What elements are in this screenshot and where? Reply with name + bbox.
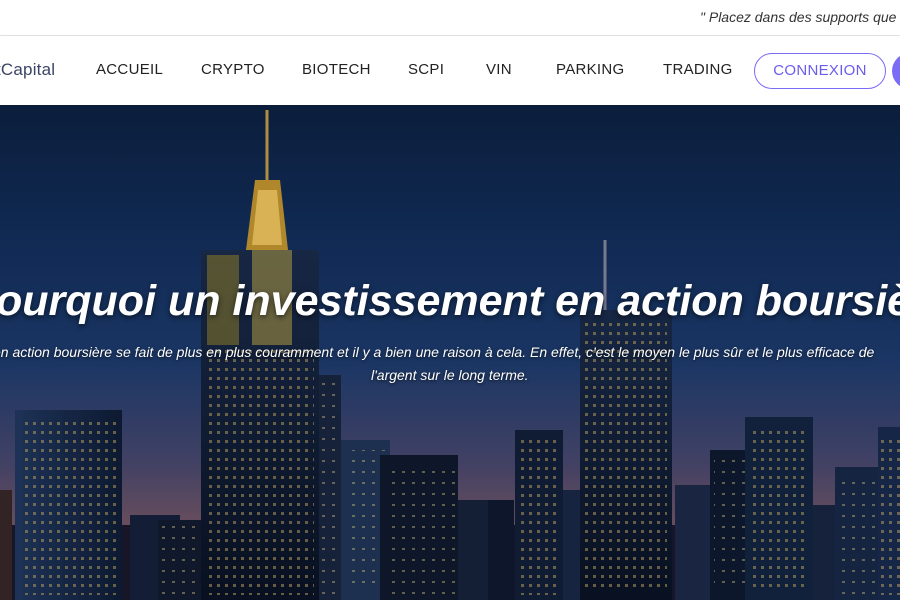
main-navbar: tCapital ACCUEIL CRYPTO BIOTECH SCPI VIN… xyxy=(0,36,900,105)
nav-item-accueil[interactable]: ACCUEIL xyxy=(96,61,163,78)
nav-item-parking[interactable]: PARKING xyxy=(556,61,625,78)
hero-subtitle-line1: en action boursière se fait de plus en p… xyxy=(0,344,875,360)
hero-section: ourquoi un investissement en action bour… xyxy=(0,105,900,600)
signup-button[interactable] xyxy=(892,53,900,89)
nav-item-vin[interactable]: VIN xyxy=(486,61,512,78)
top-announcement-bar: " Placez dans des supports que xyxy=(0,0,900,36)
nav-item-biotech[interactable]: BIOTECH xyxy=(302,61,371,78)
hero-subtitle-line2: l'argent sur le long terme. xyxy=(371,367,529,383)
announcement-text: " Placez dans des supports que xyxy=(700,9,897,25)
login-button[interactable]: CONNEXION xyxy=(754,53,886,89)
site-logo[interactable]: tCapital xyxy=(0,60,55,80)
nav-item-scpi[interactable]: SCPI xyxy=(408,61,444,78)
nav-item-trading[interactable]: TRADING xyxy=(663,61,733,78)
nav-item-crypto[interactable]: CRYPTO xyxy=(201,61,265,78)
hero-title: ourquoi un investissement en action bour… xyxy=(0,277,900,325)
